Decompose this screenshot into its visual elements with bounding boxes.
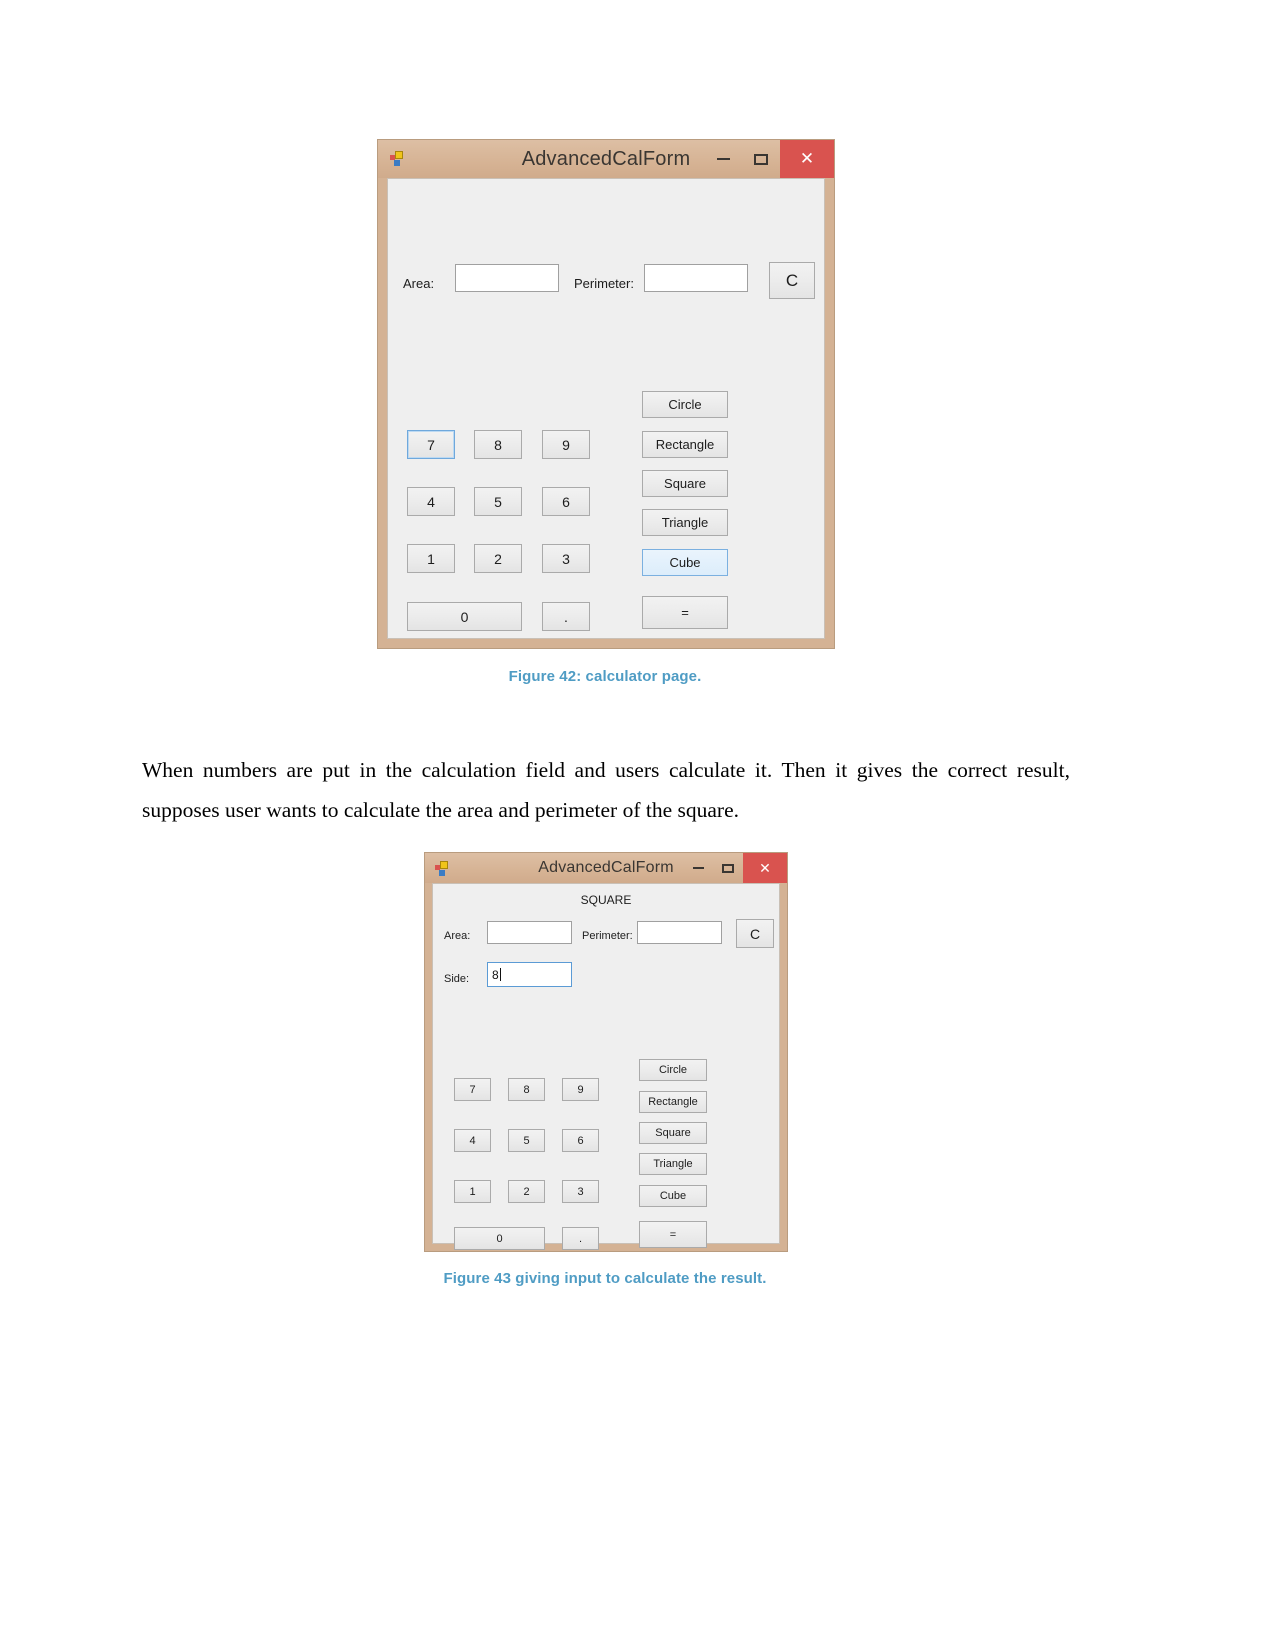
figure2-perimeter-input[interactable]	[637, 921, 722, 944]
figure1-clear-button[interactable]: C	[769, 262, 815, 299]
figure1-key-2[interactable]: 2	[474, 544, 522, 573]
figure1-shape-square[interactable]: Square	[642, 470, 728, 497]
figure2-key-9[interactable]: 9	[562, 1078, 599, 1101]
figure2-titlebar[interactable]: AdvancedCalForm ✕	[425, 853, 787, 883]
figure2-key-8[interactable]: 8	[508, 1078, 545, 1101]
figure1-titlebar[interactable]: AdvancedCalForm ✕	[378, 140, 834, 178]
figure2-equals-button[interactable]: =	[639, 1221, 707, 1248]
figure1-shape-circle[interactable]: Circle	[642, 391, 728, 418]
figure1-key-decimal[interactable]: .	[542, 602, 590, 631]
minimize-icon[interactable]	[704, 140, 742, 178]
figure1-key-3[interactable]: 3	[542, 544, 590, 573]
figure2-shape-cube[interactable]: Cube	[639, 1185, 707, 1207]
figure1-perimeter-label: Perimeter:	[574, 276, 634, 291]
figure1-key-1[interactable]: 1	[407, 544, 455, 573]
figure1-perimeter-input[interactable]	[644, 264, 748, 292]
figure2-key-7[interactable]: 7	[454, 1078, 491, 1101]
figure2-caption: Figure 43 giving input to calculate the …	[443, 1270, 767, 1287]
figure1-key-7[interactable]: 7	[407, 430, 455, 459]
figure2-key-1[interactable]: 1	[454, 1180, 491, 1203]
figure1-shape-cube[interactable]: Cube	[642, 549, 728, 576]
figure2-key-4[interactable]: 4	[454, 1129, 491, 1152]
figure1-key-4[interactable]: 4	[407, 487, 455, 516]
figure1-shape-rectangle[interactable]: Rectangle	[642, 431, 728, 458]
figure2-key-decimal[interactable]: .	[562, 1227, 599, 1250]
minimize-icon[interactable]	[683, 853, 713, 883]
figure2-shape-heading: SQUARE	[580, 893, 632, 907]
figure2-key-2[interactable]: 2	[508, 1180, 545, 1203]
figure1-key-6[interactable]: 6	[542, 487, 590, 516]
figure1-key-8[interactable]: 8	[474, 430, 522, 459]
figure2-shape-square[interactable]: Square	[639, 1122, 707, 1144]
figure2-key-5[interactable]: 5	[508, 1129, 545, 1152]
figure1-area-label: Area:	[403, 276, 435, 291]
body-paragraph: When numbers are put in the calculation …	[142, 758, 1070, 822]
figure2-perimeter-label: Perimeter:	[582, 930, 633, 942]
figure2-key-3[interactable]: 3	[562, 1180, 599, 1203]
figure2-window-controls: ✕	[683, 853, 787, 883]
figure1-equals-button[interactable]: =	[642, 596, 728, 629]
figure1-shape-triangle[interactable]: Triangle	[642, 509, 728, 536]
figure2-side-value: 8	[492, 967, 499, 982]
close-icon[interactable]: ✕	[743, 853, 787, 883]
figure2-shape-circle[interactable]: Circle	[639, 1059, 707, 1081]
figure1-key-9[interactable]: 9	[542, 430, 590, 459]
figure2-key-0[interactable]: 0	[454, 1227, 545, 1250]
figure2-area-label: Area:	[444, 930, 471, 942]
figure1-caption: Figure 42: calculator page.	[508, 668, 702, 685]
close-icon[interactable]: ✕	[780, 140, 834, 178]
figure1-area-input[interactable]	[455, 264, 559, 292]
figure2-area-input[interactable]	[487, 921, 572, 944]
figure2-side-label: Side:	[444, 973, 470, 985]
figure2-window: AdvancedCalForm ✕ SQUARE Area: Perimeter…	[424, 852, 788, 1252]
figure1-key-0[interactable]: 0	[407, 602, 522, 631]
figure1-key-5[interactable]: 5	[474, 487, 522, 516]
figure2-key-6[interactable]: 6	[562, 1129, 599, 1152]
figure2-shape-rectangle[interactable]: Rectangle	[639, 1091, 707, 1113]
figure1-window: AdvancedCalForm ✕ Area: Perimeter: C 7 8…	[377, 139, 835, 649]
figure1-window-controls: ✕	[704, 140, 834, 178]
figure2-side-input[interactable]: 8	[487, 962, 572, 987]
figure2-shape-triangle[interactable]: Triangle	[639, 1153, 707, 1175]
figure1-client-area: Area: Perimeter: C 7 8 9 4 5 6 1 2 3 0 .…	[387, 178, 825, 639]
maximize-icon[interactable]	[713, 853, 743, 883]
maximize-icon[interactable]	[742, 140, 780, 178]
figure2-client-area: SQUARE Area: Perimeter: C Side: 8 7 8 9 …	[432, 883, 780, 1250]
figure2-clear-button[interactable]: C	[736, 919, 774, 948]
